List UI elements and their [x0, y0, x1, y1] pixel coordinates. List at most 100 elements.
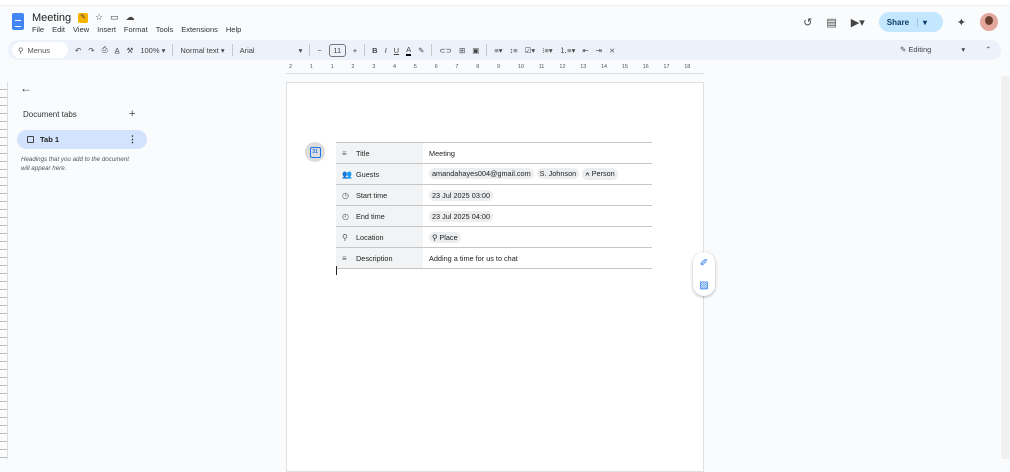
field-value-cell[interactable]: amandahayes004@gmail.com S. Johnson ⍲ Pers… — [423, 163, 652, 185]
divider — [364, 44, 366, 56]
menu-file[interactable]: File — [32, 25, 44, 34]
version-history-icon[interactable]: ↺ — [803, 16, 812, 29]
search-menus[interactable]: ⚲ Menus — [12, 42, 68, 58]
gemini-icon[interactable]: ✦ — [957, 16, 966, 29]
add-comment-icon[interactable]: ⊞ — [459, 46, 465, 55]
calendar-event-chip[interactable]: 31 — [305, 142, 325, 162]
browser-top — [0, 0, 1010, 6]
docs-logo-icon[interactable] — [12, 13, 24, 30]
field-label: Guests — [356, 169, 380, 179]
align-icon[interactable]: ≡▾ — [494, 46, 502, 55]
field-value-cell[interactable]: 23 Jul 2025 03:00 — [423, 184, 652, 206]
print-icon[interactable]: ⎙ — [102, 45, 108, 55]
document-page[interactable] — [286, 82, 704, 472]
outline-hint: Headings that you add to the document wi… — [21, 156, 130, 172]
ruler-tick-label: 13 — [580, 64, 587, 70]
highlight-icon[interactable]: ✎ — [418, 46, 424, 55]
insert-comment-icon[interactable]: ▨ — [699, 280, 708, 291]
tab-1[interactable]: Tab 1 ⋮ — [17, 130, 147, 149]
redo-icon[interactable]: ↷ — [88, 46, 94, 55]
menu-tools[interactable]: Tools — [156, 25, 174, 34]
horizontal-ruler[interactable]: 2 1 1 2 3 4 5 6 7 8 9 10 11 12 13 14 15 16 17 18 — [286, 62, 704, 74]
comments-icon[interactable]: ▤ — [826, 16, 836, 29]
location-icon: ⚲ — [342, 232, 348, 242]
numbered-list-icon[interactable]: ⒈≡▾ — [560, 45, 576, 56]
more-options-icon[interactable]: ⋮ — [128, 134, 137, 145]
meet-icon[interactable]: ▶▾ — [851, 16, 865, 29]
document-title[interactable]: Meeting — [32, 12, 71, 24]
divider — [309, 44, 311, 56]
field-value-cell[interactable]: Adding a time for us to chat — [423, 247, 652, 269]
menus-label: Menus — [27, 45, 51, 55]
field-value-cell[interactable]: 23 Jul 2025 04:00 — [423, 205, 652, 227]
menu-help[interactable]: Help — [226, 25, 241, 34]
field-value[interactable]: Meeting — [429, 149, 455, 158]
bold-icon[interactable]: B — [372, 46, 377, 55]
clock-end-icon: ◴ — [342, 211, 349, 221]
smart-chip[interactable]: 23 Jul 2025 03:00 — [429, 189, 494, 201]
field-label-cell: 👥 Guests — [336, 163, 423, 185]
smart-chip[interactable]: S. Johnson — [536, 168, 580, 179]
smart-chip[interactable]: 23 Jul 2025 04:00 — [429, 210, 494, 222]
event-row-title: ≡ Title Meeting — [336, 142, 652, 164]
share-label: Share — [886, 17, 910, 27]
editing-mode-select[interactable]: ✎ Editing ▾ ⌃ — [900, 45, 991, 54]
label-icon[interactable]: ✎ — [78, 12, 88, 23]
ruler-tick-label: 5 — [413, 64, 417, 70]
field-label: Description — [356, 253, 393, 263]
link-icon[interactable]: ⊂⊃ — [439, 46, 452, 55]
back-arrow-icon[interactable]: ← — [20, 81, 32, 95]
ruler-tick-label: 14 — [601, 64, 608, 70]
underline-icon[interactable]: U — [394, 46, 399, 55]
decrease-indent-icon[interactable]: ⇤ — [582, 46, 588, 55]
italic-icon[interactable]: I — [385, 46, 387, 55]
divider — [431, 44, 433, 56]
font-size-input[interactable]: 11 — [328, 43, 346, 57]
event-row-guests: 👥 Guests amandahayes004@gmail.com S. Johnso… — [336, 163, 652, 185]
increase-font-icon[interactable]: + — [353, 46, 357, 55]
menu-edit[interactable]: Edit — [52, 25, 65, 34]
divider — [172, 44, 174, 56]
avatar[interactable] — [980, 13, 998, 31]
menu-extensions[interactable]: Extensions — [181, 25, 218, 34]
smart-chip[interactable]: ⚲ Place — [429, 231, 461, 243]
increase-indent-icon[interactable]: ⇥ — [596, 46, 602, 55]
field-label-cell: ◷ Start time — [336, 184, 423, 206]
ruler-tick-label: 12 — [559, 64, 566, 70]
text-color-icon[interactable]: A — [406, 45, 412, 56]
smart-chip[interactable]: amandahayes004@gmail.com — [429, 168, 534, 179]
font-select[interactable]: Arial — [240, 46, 292, 55]
field-value-cell[interactable]: ⚲ Place — [423, 226, 652, 248]
menu-format[interactable]: Format — [124, 25, 148, 34]
line-spacing-icon[interactable]: ↕≡ — [510, 46, 518, 55]
menu-view[interactable]: View — [73, 25, 89, 34]
field-label-cell: ≡ Title — [336, 142, 423, 164]
share-button[interactable]: Share ▾ — [878, 12, 943, 32]
add-tab-icon[interactable]: + — [129, 108, 135, 120]
checklist-icon[interactable]: ☑▾ — [525, 46, 536, 55]
move-folder-icon[interactable]: ▭ — [110, 12, 119, 23]
cloud-status-icon[interactable]: ☁ — [126, 12, 135, 23]
bullet-list-icon[interactable]: ⁝≡▾ — [542, 46, 553, 55]
event-row-description: ≡ Description Adding a time for us to chat — [336, 247, 652, 269]
field-value-cell[interactable]: Meeting — [423, 142, 652, 164]
vertical-ruler[interactable] — [0, 82, 8, 459]
share-dropdown[interactable]: ▾ — [917, 17, 932, 27]
decrease-font-icon[interactable]: − — [317, 46, 321, 55]
spellcheck-icon[interactable]: A̲ — [115, 46, 120, 55]
paint-format-icon[interactable]: ⚒ — [127, 46, 134, 55]
field-label-cell: ⚲ Location — [336, 226, 423, 248]
ruler-tick-label: 17 — [663, 64, 670, 70]
clear-formatting-icon[interactable]: ⨯ — [609, 46, 615, 55]
undo-icon[interactable]: ↶ — [75, 46, 81, 55]
insert-image-icon[interactable]: ▣ — [472, 46, 479, 55]
zoom-select[interactable]: 100% ▾ — [140, 46, 165, 55]
menu-insert[interactable]: Insert — [97, 25, 116, 34]
star-icon[interactable]: ☆ — [95, 12, 103, 23]
field-value[interactable]: Adding a time for us to chat — [429, 254, 518, 263]
style-select[interactable]: Normal text ▾ — [180, 46, 224, 55]
magic-edit-icon[interactable]: ✐ — [700, 258, 708, 269]
event-row-start-time: ◷ Start time 23 Jul 2025 03:00 — [336, 184, 652, 206]
scrollbar[interactable] — [1001, 76, 1010, 459]
smart-chip[interactable]: ⍲ Person — [582, 168, 618, 180]
